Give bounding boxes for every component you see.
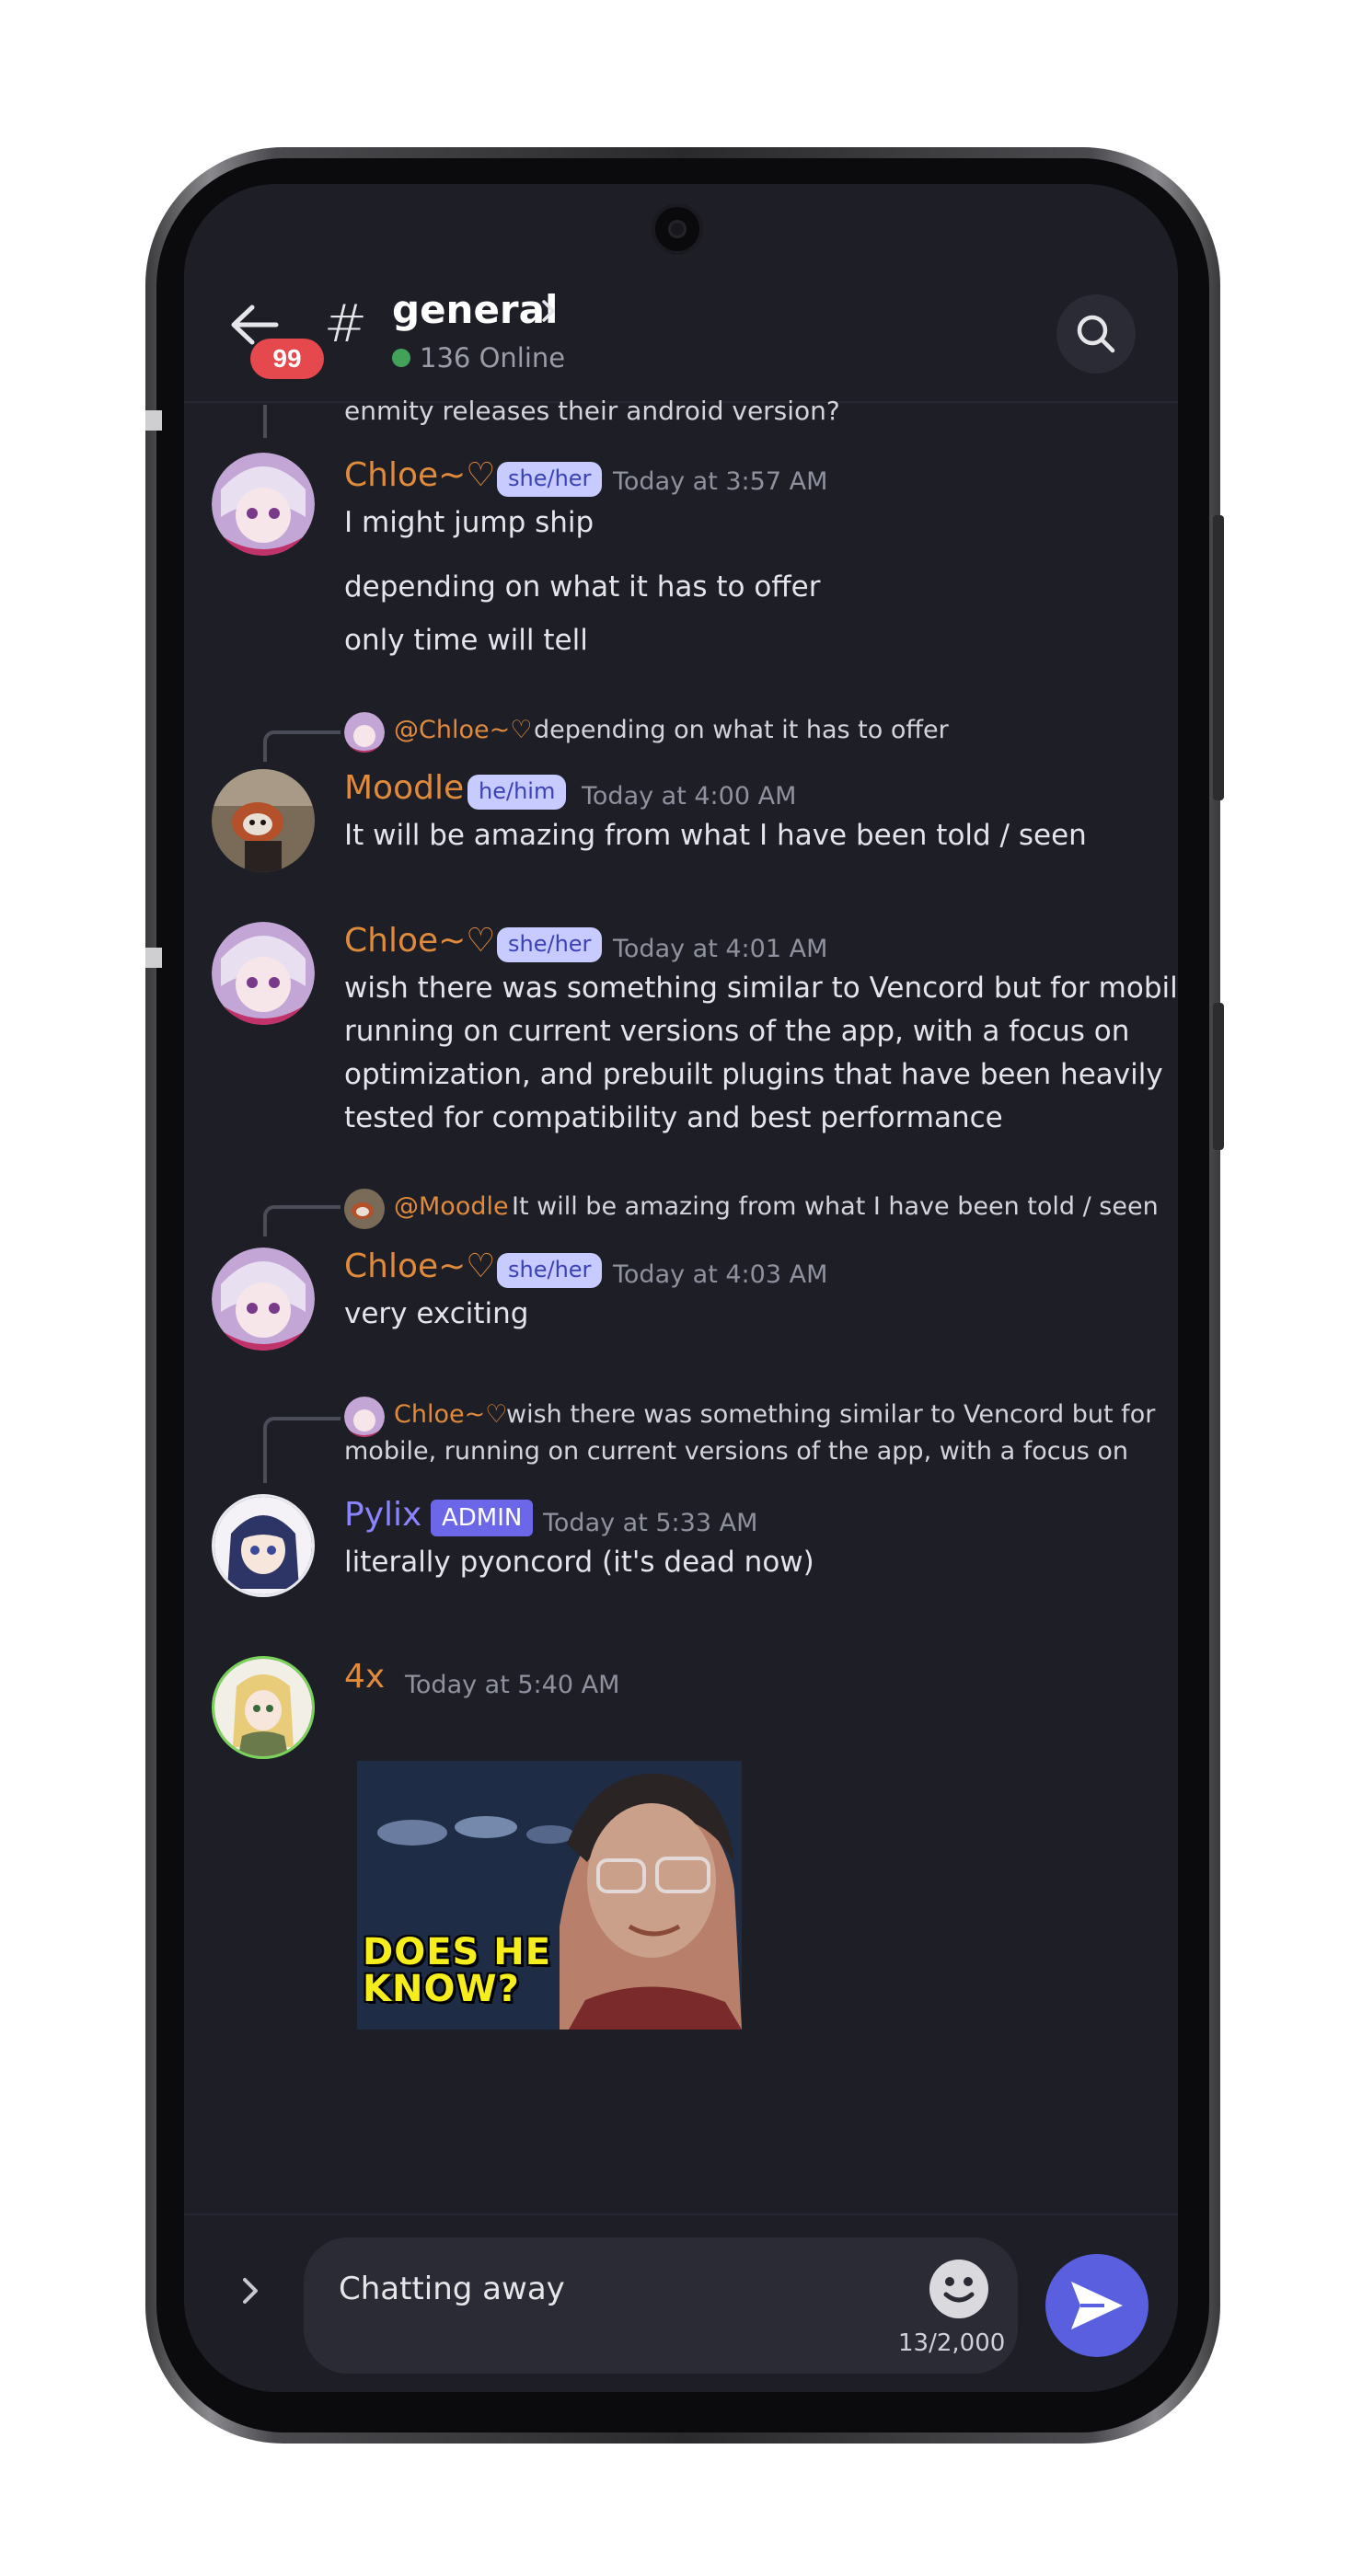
author-name[interactable]: Chloe~♡	[344, 1248, 496, 1285]
message-input-value[interactable]: Chatting away	[339, 2271, 565, 2307]
reply-avatar	[344, 712, 385, 753]
channel-title[interactable]: general	[392, 287, 558, 332]
reply-connector	[263, 730, 340, 762]
emoji-icon	[943, 2277, 975, 2303]
reply-connector	[263, 405, 267, 438]
reply-connector	[263, 1417, 340, 1483]
avatar[interactable]	[212, 922, 315, 1025]
gif-caption: DOES HE KNOW?	[363, 1931, 552, 2010]
composer-divider	[184, 2214, 1178, 2215]
avatar[interactable]	[212, 453, 315, 556]
expand-chevron-icon[interactable]	[239, 2272, 261, 2309]
author-name[interactable]: Pylix	[344, 1496, 421, 1534]
admin-badge: ADMIN	[431, 1500, 534, 1536]
online-indicator-icon	[392, 349, 410, 367]
message-text: literally pyoncord (it's dead now)	[344, 1546, 814, 1579]
phone-edge-mark	[145, 948, 162, 968]
reply-preview[interactable]: wish there was something similar to Venc…	[506, 1400, 1155, 1429]
message-timestamp: Today at 5:33 AM	[543, 1509, 758, 1537]
message-text: running on current versions of the app, …	[344, 1015, 1130, 1048]
reply-preview[interactable]: It will be amazing from what I have been…	[512, 1192, 1159, 1221]
avatar[interactable]	[212, 1656, 315, 1759]
reply-author[interactable]: @Chloe~♡	[394, 716, 532, 744]
search-button[interactable]	[1056, 294, 1136, 374]
phone-side-button	[1213, 515, 1224, 800]
message-text: enmity releases their android version?	[344, 396, 840, 426]
reply-preview[interactable]: depending on what it has to offer	[534, 716, 949, 744]
author-name[interactable]: 4x	[344, 1658, 385, 1696]
reply-avatar	[344, 1397, 385, 1437]
online-count: 136 Online	[420, 342, 566, 374]
front-camera	[652, 203, 703, 255]
message-timestamp: Today at 4:00 AM	[582, 782, 797, 811]
pronoun-tag: she/her	[497, 927, 603, 962]
phone-edge-mark	[145, 410, 162, 431]
pronoun-tag: she/her	[497, 1253, 603, 1288]
reply-preview[interactable]: mobile, running on current versions of t…	[344, 1437, 1128, 1466]
message-text: only time will tell	[344, 624, 588, 657]
character-count: 13/2,000	[898, 2329, 1006, 2357]
send-button[interactable]	[1045, 2254, 1148, 2357]
search-icon	[1077, 315, 1115, 353]
message-text: wish there was something similar to Venc…	[344, 972, 1178, 1005]
chevron-right-icon[interactable]	[539, 298, 558, 324]
reply-avatar	[344, 1189, 385, 1229]
unread-badge: 99	[250, 339, 324, 379]
phone-side-button	[1213, 1003, 1224, 1150]
message-timestamp: Today at 4:03 AM	[613, 1260, 828, 1289]
hash-icon: #	[324, 294, 367, 354]
author-name[interactable]: Chloe~♡	[344, 456, 496, 494]
pronoun-tag: she/her	[497, 462, 603, 497]
message-text: It will be amazing from what I have been…	[344, 819, 1087, 852]
author-name[interactable]: Chloe~♡	[344, 922, 496, 960]
emoji-button[interactable]	[929, 2260, 988, 2318]
message-text: tested for compatibility and best perfor…	[344, 1101, 1003, 1134]
gif-attachment[interactable]: DOES HE KNOW?	[357, 1761, 742, 2030]
author-name[interactable]: Moodle	[344, 769, 464, 807]
message-text: depending on what it has to offer	[344, 570, 821, 604]
reply-connector	[263, 1205, 340, 1236]
message-text: optimization, and prebuilt plugins that …	[344, 1058, 1163, 1091]
message-timestamp: Today at 3:57 AM	[613, 467, 828, 496]
avatar[interactable]	[212, 769, 315, 872]
message-timestamp: Today at 5:40 AM	[405, 1671, 620, 1699]
message-text: very exciting	[344, 1297, 529, 1330]
avatar[interactable]	[212, 1494, 315, 1597]
message-text: I might jump ship	[344, 506, 594, 539]
send-icon	[1071, 2282, 1123, 2329]
reply-author[interactable]: Chloe~♡	[394, 1400, 507, 1429]
pronoun-tag: he/him	[467, 775, 567, 810]
avatar[interactable]	[212, 1248, 315, 1351]
message-timestamp: Today at 4:01 AM	[613, 935, 828, 963]
app-screen: 99 # general 136 Online enmity releases …	[184, 184, 1178, 2392]
reply-author[interactable]: @Moodle	[394, 1192, 509, 1221]
